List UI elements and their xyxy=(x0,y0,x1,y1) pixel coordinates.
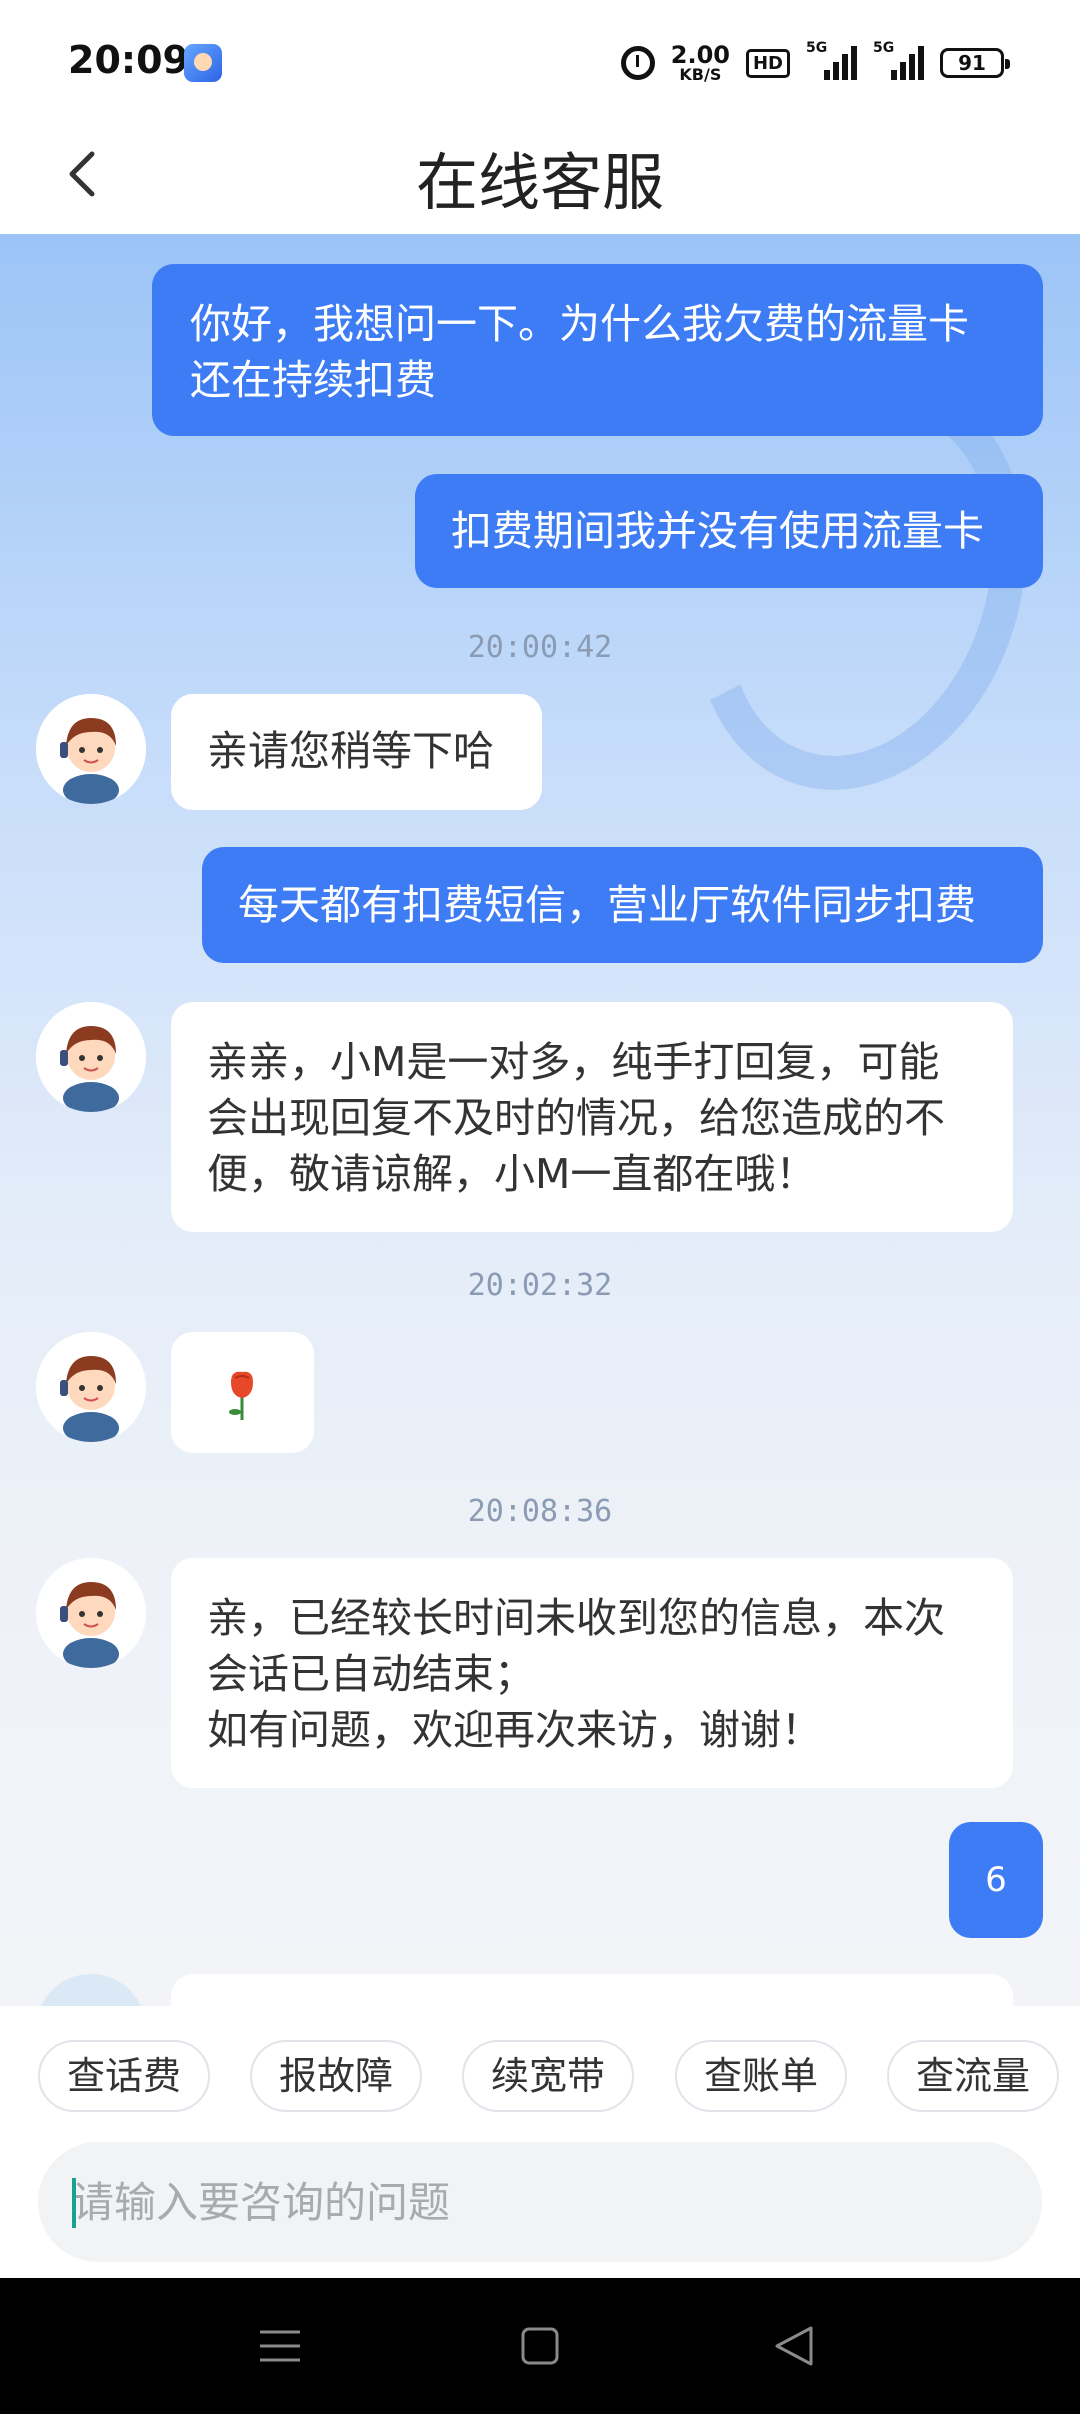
title-bar: 在线客服 xyxy=(0,112,1080,234)
timestamp: 20:08:36 xyxy=(467,1494,613,1529)
agent-message: 亲亲，小M是一对多，纯手打回复，可能 会出现回复不及时的情况，给您造成的不 便，… xyxy=(171,1002,1013,1232)
agent-avatar-icon xyxy=(36,694,146,804)
status-icons: 2.00 KB/S HD 5G 5G 91 xyxy=(620,40,1010,86)
home-button[interactable] xyxy=(500,2306,580,2386)
agent-avatar xyxy=(36,1558,146,1668)
page-title: 在线客服 xyxy=(415,146,664,219)
agent-avatar xyxy=(36,694,146,804)
home-icon xyxy=(521,2327,559,2365)
back-icon xyxy=(775,2326,813,2366)
quick-action-chip[interactable]: 查话费 xyxy=(38,2040,210,2112)
agent-avatar xyxy=(36,1002,146,1112)
quick-action-chip[interactable]: 报故障 xyxy=(250,2040,422,2112)
app-icon xyxy=(184,44,222,82)
status-bar: 20:09 2.00 KB/S HD 5G 5G 91 xyxy=(0,0,1080,112)
agent-avatar-icon xyxy=(36,1002,146,1112)
signal-icon: 5G xyxy=(806,40,857,80)
agent-avatar xyxy=(36,1974,146,2006)
system-nav-bar xyxy=(0,2278,1080,2414)
nav-back-button[interactable] xyxy=(755,2306,835,2386)
text-caret xyxy=(72,2178,76,2228)
alarm-icon xyxy=(620,46,655,80)
menu-button[interactable] xyxy=(240,2306,320,2386)
agent-message: 亲请您稍等下哈 xyxy=(171,694,542,810)
user-message: 你好，我想问一下。为什么我欠费的流量卡 还在持续扣费 xyxy=(152,264,1043,436)
agent-avatar xyxy=(36,1332,146,1442)
signal-icon: 5G xyxy=(873,40,924,80)
battery-icon: 91 xyxy=(940,48,1010,78)
signal-label: 5G xyxy=(873,40,895,56)
timestamp: 20:02:32 xyxy=(467,1268,613,1303)
agent-avatar-icon xyxy=(36,1558,146,1668)
agent-message xyxy=(171,1332,314,1453)
input-bar xyxy=(0,2134,1080,2278)
message-input[interactable] xyxy=(38,2142,1042,2262)
timestamp: 20:00:42 xyxy=(467,630,613,665)
hd-icon: HD xyxy=(745,48,790,78)
quick-action-chip[interactable]: 查账单 xyxy=(675,2040,847,2112)
agent-message: 亲，已经较长时间未收到您的信息，本次 会话已自动结束； 如有问题，欢迎再次来访，… xyxy=(171,1558,1013,1788)
agent-message-partial xyxy=(171,1974,1013,2006)
chat-area[interactable]: 你好，我想问一下。为什么我欠费的流量卡 还在持续扣费 扣费期间我并没有使用流量卡… xyxy=(0,234,1080,2006)
network-speed-value: 2.00 xyxy=(670,41,730,69)
network-speed: 2.00 KB/S xyxy=(671,43,730,83)
status-time: 20:09 xyxy=(68,38,189,82)
user-message: 扣费期间我并没有使用流量卡 xyxy=(415,474,1043,588)
menu-icon xyxy=(260,2330,300,2362)
quick-actions-bar: 查话费 报故障 续宽带 查账单 查流量 xyxy=(0,2006,1080,2134)
quick-action-chip[interactable]: 查流量 xyxy=(887,2040,1059,2112)
network-speed-unit: KB/S xyxy=(679,65,722,84)
quick-action-chip[interactable]: 续宽带 xyxy=(462,2040,634,2112)
user-message: 每天都有扣费短信，营业厅软件同步扣费 xyxy=(202,847,1043,963)
rose-icon xyxy=(229,1371,253,1420)
user-message: 6 xyxy=(949,1822,1043,1938)
signal-label: 5G xyxy=(806,40,828,56)
agent-avatar-icon xyxy=(36,1332,146,1442)
